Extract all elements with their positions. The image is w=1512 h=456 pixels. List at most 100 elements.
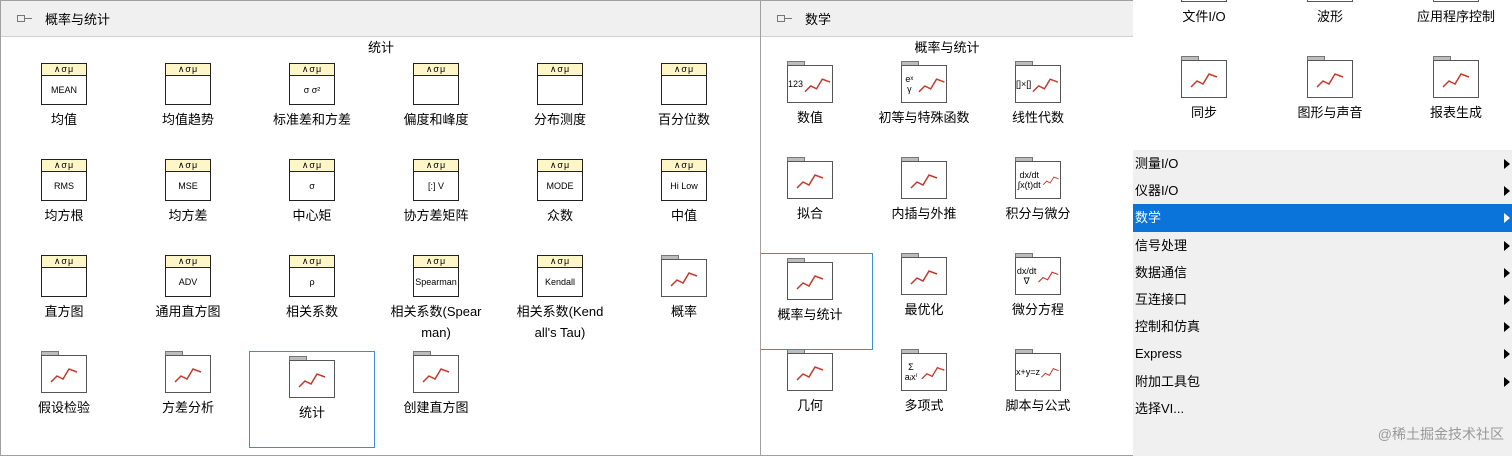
palette-titlebar[interactable]: 数学 [761, 1, 1133, 37]
palette-item-label: 线性代数 [1011, 110, 1064, 125]
palette-item-diff-equations[interactable]: dx/dt ∇ 微分方程 [975, 253, 1101, 320]
palette-item-graphics-sound[interactable]: 图形与声音 [1267, 56, 1393, 123]
palette-item-skew-kurtosis[interactable]: ∧σμ 偏度和峰度 [373, 63, 499, 130]
menu-item-2[interactable]: 数学 [1133, 204, 1512, 232]
palette-item-numeric-folder[interactable]: 123 数值 [761, 61, 873, 128]
submenu-arrow-icon [1504, 322, 1510, 333]
palette-item-report[interactable]: 报表生成 [1393, 56, 1512, 123]
palette-item-app-control[interactable]: 应用程序控制 [1393, 0, 1512, 27]
palette-item-kendall[interactable]: ∧σμ Kendall 相关系数(Kend all's Tau) [497, 255, 623, 343]
palette-item-label: 应用程序控制 [1416, 9, 1495, 24]
mse-icon: ∧σμ MSE [165, 159, 211, 201]
palette-item-polynomial[interactable]: Σ aᵢxⁱ 多项式 [861, 349, 987, 416]
menu-item-6[interactable]: 控制和仿真 [1133, 313, 1512, 340]
submenu-arrow-icon [1504, 186, 1510, 197]
palette-item-mean[interactable]: ∧σμ MEAN 均值 [1, 63, 127, 130]
palette-item-sync[interactable]: 同步 [1141, 56, 1267, 123]
palette-item-integration[interactable]: dx/dt ∫x(t)dt 积分与微分 [975, 157, 1101, 224]
pin-icon[interactable] [775, 12, 793, 26]
group-title: 概率与统计 [914, 40, 980, 55]
palette-item-label: 标准差和方差 [272, 112, 351, 127]
palette-item-percentile[interactable]: ∧σμ 百分位数 [621, 63, 747, 130]
linear-algebra-icon: []×[] [1015, 61, 1061, 103]
numeric-folder-icon: 123 [787, 61, 833, 103]
std-variance-icon: ∧σμ σ σ² [289, 63, 335, 105]
palette-item-general-histogram[interactable]: ∧σμ ADV 通用直方图 [125, 255, 251, 322]
palette-item-mse[interactable]: ∧σμ MSE 均方差 [125, 159, 251, 226]
math-palette: 数学 概率与统计 123 数值 eˣ γ 初等与特殊函数 []×[] 线性代数拟合 内插与外… [760, 0, 1134, 456]
palette-item-label: 微分方程 [1011, 302, 1064, 317]
palette-item-spearman[interactable]: ∧σμ Spearman 相关系数(Spear man) [373, 255, 499, 343]
palette-item-optimization[interactable]: 最优化 [861, 253, 987, 320]
palette-item-label: 内插与外推 [891, 206, 957, 221]
integration-icon: dx/dt ∫x(t)dt [1015, 157, 1061, 199]
palette-item-label: 相关系数(Kend all's Tau) [516, 304, 604, 340]
menu-item-label: Express [1135, 346, 1182, 362]
palette-item-waveform[interactable]: 波形 [1267, 0, 1393, 27]
palette-item-probability-folder[interactable]: 概率 [621, 255, 747, 322]
pin-icon[interactable] [15, 12, 33, 26]
menu-item-8[interactable]: 附加工具包 [1133, 368, 1512, 395]
palette-item-histogram[interactable]: ∧σμ 直方图 [1, 255, 127, 322]
palette-item-hypothesis-folder[interactable]: 假设检验 [1, 351, 127, 418]
palette-item-file-io[interactable]: 文件I/O [1141, 0, 1267, 27]
palette-item-label: 同步 [1190, 105, 1217, 120]
palette-item-statistics-express[interactable]: 统计 [249, 351, 375, 448]
menu-item-4[interactable]: 数据通信 [1133, 259, 1512, 286]
percentile-icon: ∧σμ [661, 63, 707, 105]
submenu-arrow-icon [1504, 376, 1510, 387]
waveform-icon [1307, 0, 1353, 2]
submenu-arrow-icon [1504, 294, 1510, 305]
palette-item-label: 相关系数(Spear man) [390, 304, 482, 340]
menu-item-3[interactable]: 信号处理 [1133, 232, 1512, 259]
palette-item-anova-folder[interactable]: 方差分析 [125, 351, 251, 418]
menu-item-0[interactable]: 测量I/O [1133, 150, 1512, 177]
menu-item-1[interactable]: 仪器I/O [1133, 177, 1512, 204]
fitting-icon [787, 157, 833, 199]
mode-icon: ∧σμ MODE [537, 159, 583, 201]
palette-item-mean-trend[interactable]: ∧σμ 均值趋势 [125, 63, 251, 130]
submenu-arrow-icon [1504, 213, 1510, 224]
menu-item-9[interactable]: 选择VI... [1133, 395, 1512, 422]
menu-item-5[interactable]: 互连接口 [1133, 286, 1512, 313]
palette-item-label: 假设检验 [37, 400, 90, 415]
palette-item-moment[interactable]: ∧σμ σ 中心矩 [249, 159, 375, 226]
polynomial-icon: Σ aᵢxⁱ [901, 349, 947, 391]
palette-item-create-histogram[interactable]: 创建直方图 [373, 351, 499, 418]
palette-item-geometry[interactable]: 几何 [761, 349, 873, 416]
submenu-arrow-icon [1504, 159, 1510, 169]
palette-item-label: 均方根 [44, 208, 84, 223]
palette-item-correlation[interactable]: ∧σμ ρ 相关系数 [249, 255, 375, 322]
palette-item-label: 多项式 [904, 398, 944, 413]
palette-item-covariance[interactable]: ∧σμ [:] V 协方差矩阵 [373, 159, 499, 226]
probability-folder-icon [661, 255, 707, 297]
palette-item-prob-stat[interactable]: 概率与统计 [761, 253, 873, 350]
palette-item-label: 积分与微分 [1005, 206, 1071, 221]
palette-item-median[interactable]: ∧σμ Hi Low 中值 [621, 159, 747, 226]
submenu-arrow-icon [1504, 349, 1510, 360]
menu-item-label: 附加工具包 [1135, 373, 1201, 389]
palette-item-linear-algebra[interactable]: []×[] 线性代数 [975, 61, 1101, 128]
palette-item-distribution[interactable]: ∧σμ 分布测度 [497, 63, 623, 130]
palette-item-rms[interactable]: ∧σμ RMS 均方根 [1, 159, 127, 226]
menu-item-label: 信号处理 [1135, 237, 1188, 253]
palette-item-script-formula[interactable]: x+y=z 脚本与公式 [975, 349, 1101, 416]
spearman-icon: ∧σμ Spearman [413, 255, 459, 297]
palette-item-std-variance[interactable]: ∧σμ σ σ² 标准差和方差 [249, 63, 375, 130]
palette-item-elementary-functions[interactable]: eˣ γ 初等与特殊函数 [861, 61, 987, 128]
group-title: 统计 [367, 40, 394, 55]
palette-titlebar[interactable]: 概率与统计 [1, 1, 761, 37]
palette-item-interpolation[interactable]: 内插与外推 [861, 157, 987, 224]
palette-item-label: 相关系数 [285, 304, 338, 319]
menu-item-label: 互连接口 [1135, 291, 1188, 307]
palette-item-mode[interactable]: ∧σμ MODE 众数 [497, 159, 623, 226]
skew-kurtosis-icon: ∧σμ [413, 63, 459, 105]
palette-item-label: 统计 [298, 405, 325, 420]
script-formula-icon: x+y=z [1015, 349, 1061, 391]
palette-item-label: 百分位数 [657, 112, 710, 127]
palette-item-fitting[interactable]: 拟合 [761, 157, 873, 224]
menu-item-7[interactable]: Express [1133, 340, 1512, 367]
palette-item-label: 拟合 [796, 206, 823, 221]
submenu-arrow-icon [1504, 267, 1510, 278]
palette-item-label: 概率与统计 [777, 307, 843, 322]
